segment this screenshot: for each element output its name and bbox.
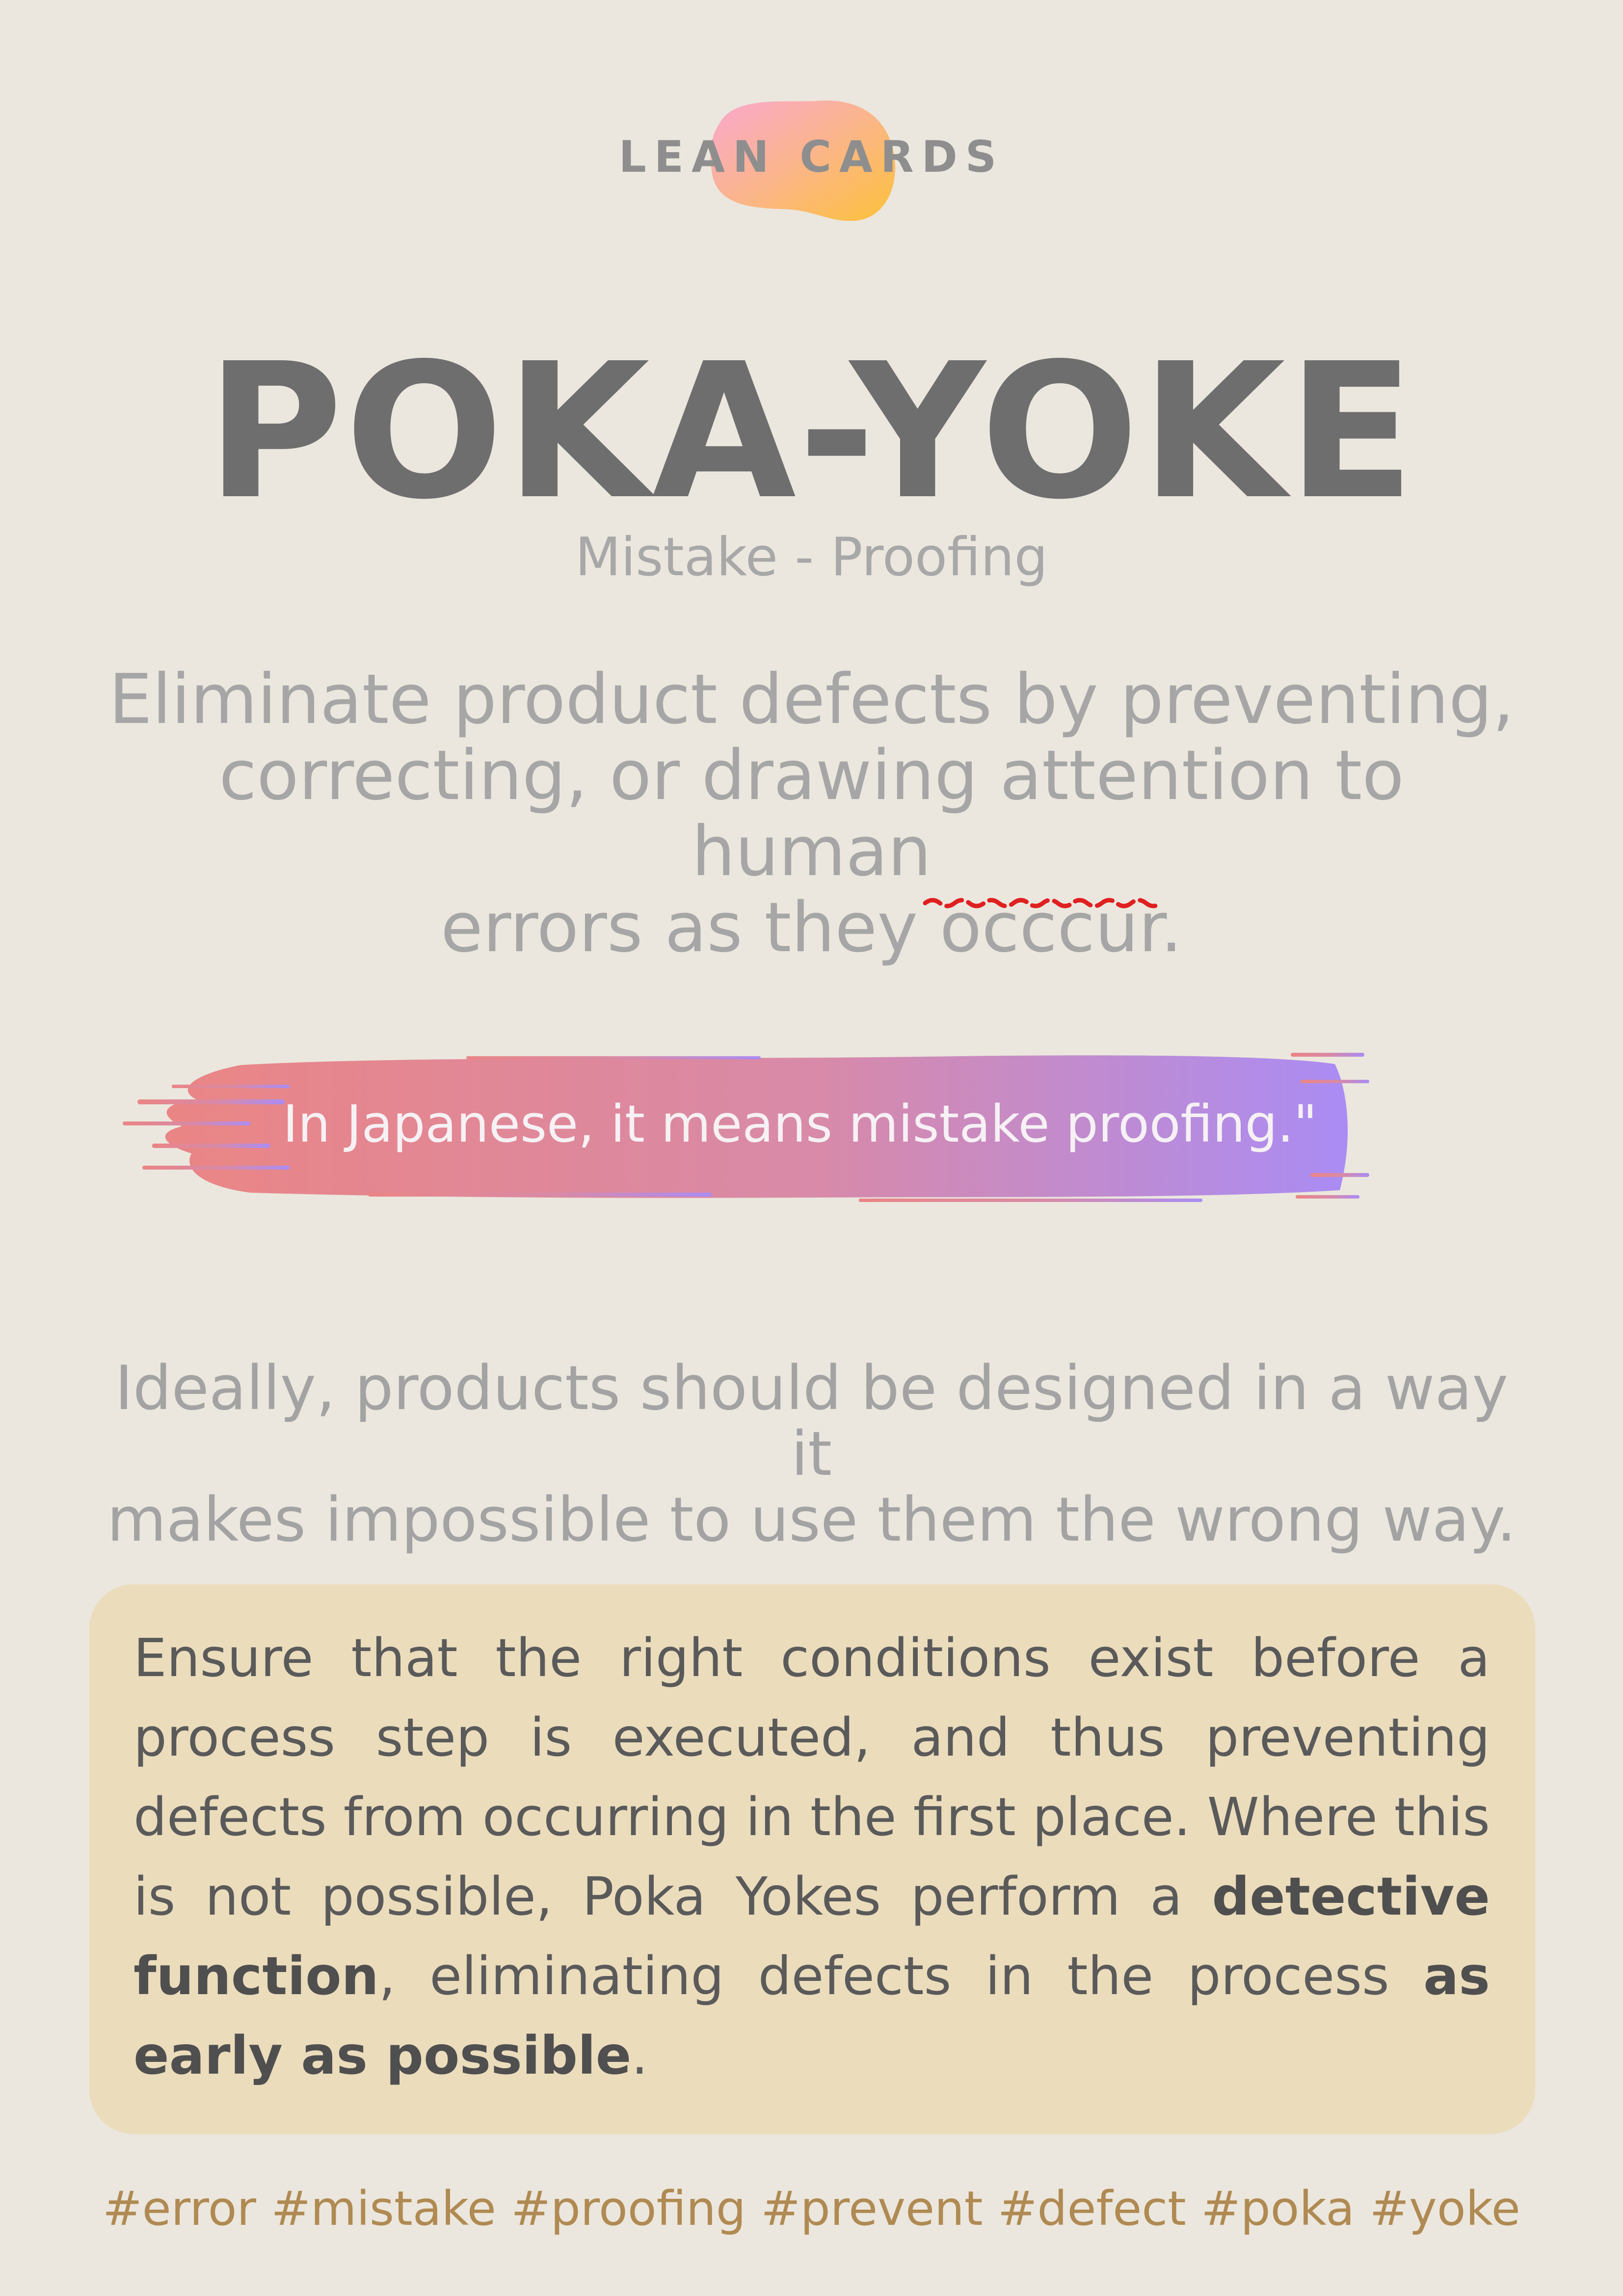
banner-quote: In Japanese, it means mistake proofing."	[283, 1094, 1317, 1154]
definition-line: correcting, or drawing attention to huma…	[219, 736, 1404, 892]
info-text-part: , eliminating defects in the process	[378, 1946, 1424, 2007]
card-subtitle: Mistake - Proofing	[575, 527, 1048, 588]
card-title: POKA-YOKE	[206, 323, 1417, 540]
spellcheck-underline	[923, 898, 1163, 908]
definition-line: Eliminate product defects by preventing,	[108, 660, 1515, 740]
info-box: Ensure that the right conditions exist b…	[89, 1584, 1535, 2134]
ideal-line: makes impossible to use them the wrong w…	[106, 1485, 1516, 1555]
ideal-statement: Ideally, products should be designed in …	[88, 1356, 1535, 1553]
info-paragraph: Ensure that the right conditions exist b…	[133, 1619, 1490, 2096]
ideal-line: Ideally, products should be designed in …	[115, 1353, 1508, 1490]
hashtags: #error #mistake #proofing #prevent #defe…	[103, 2181, 1520, 2236]
definition-line: errors as they occcur.	[440, 888, 1183, 968]
brand-name: LEAN CARDS	[618, 132, 1005, 182]
definition-text: Eliminate product defects by preventing,…	[98, 662, 1525, 966]
info-text-part: .	[631, 2026, 648, 2086]
